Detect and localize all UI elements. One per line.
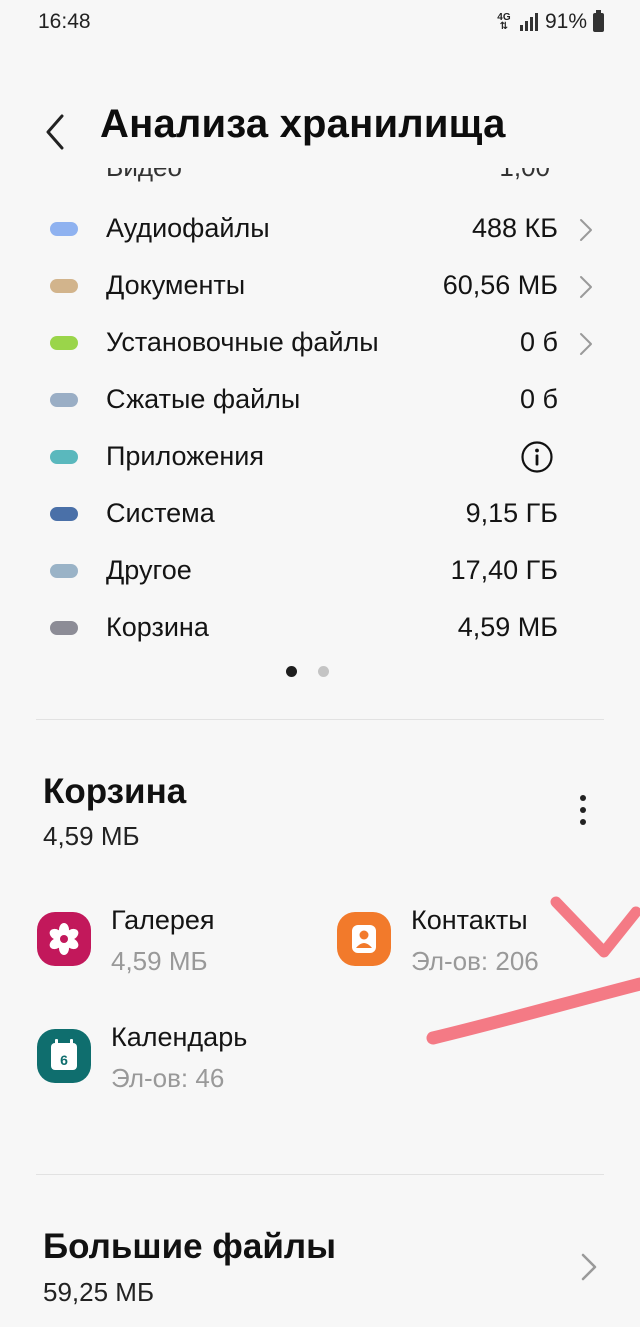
category-row-installers[interactable]: Установочные файлы 0 б bbox=[0, 315, 640, 372]
signal-icon bbox=[519, 13, 538, 31]
category-size: 0 б bbox=[520, 327, 558, 357]
trash-title: Корзина bbox=[43, 772, 187, 811]
svg-text:6: 6 bbox=[60, 1052, 68, 1068]
chevron-right-icon bbox=[580, 219, 592, 241]
category-size: 60,56 МБ bbox=[442, 270, 558, 300]
category-name: Другое bbox=[106, 555, 192, 585]
large-files-title: Большие файлы bbox=[43, 1227, 337, 1266]
category-size: 9,15 ГБ bbox=[465, 498, 558, 528]
category-color-dot bbox=[50, 564, 78, 578]
network-type-icon: 4G ⇅ bbox=[497, 12, 511, 32]
category-size: 17,40 ГБ bbox=[450, 555, 558, 585]
chevron-left-icon bbox=[46, 114, 64, 150]
category-row-trash[interactable]: Корзина 4,59 МБ bbox=[0, 600, 640, 657]
back-button[interactable] bbox=[38, 102, 78, 158]
section-divider bbox=[36, 1174, 604, 1175]
info-icon[interactable] bbox=[520, 440, 554, 474]
status-bar: 16:48 4G ⇅ 91% bbox=[0, 0, 640, 48]
category-row-audio[interactable]: Аудиофайлы 488 КБ bbox=[0, 201, 640, 258]
large-files-size: 59,25 МБ bbox=[43, 1277, 155, 1307]
category-name: Система bbox=[106, 498, 215, 528]
category-size: 4,59 МБ bbox=[457, 612, 558, 642]
page-title: Анализа хранилища bbox=[100, 102, 506, 146]
app-item-count: Эл-ов: 46 bbox=[111, 1063, 225, 1093]
app-size: 4,59 МБ bbox=[111, 946, 208, 976]
chevron-right-icon bbox=[580, 333, 592, 355]
category-name: Приложения bbox=[106, 441, 264, 471]
scrolled-off-row: Видео 1,00 bbox=[0, 168, 640, 188]
category-color-dot bbox=[50, 621, 78, 635]
calendar-icon: 6 bbox=[37, 1029, 91, 1083]
more-vertical-icon bbox=[580, 795, 586, 825]
page-dot-active[interactable] bbox=[286, 666, 297, 677]
category-size: 488 КБ bbox=[472, 213, 558, 243]
chevron-right-icon bbox=[581, 1253, 597, 1281]
category-color-dot bbox=[50, 450, 78, 464]
page-dot[interactable] bbox=[318, 666, 329, 677]
status-time: 16:48 bbox=[38, 10, 91, 33]
category-list: Аудиофайлы 488 КБ Документы 60,56 МБ Установ… bbox=[0, 201, 640, 657]
category-size: 0 б bbox=[520, 384, 558, 414]
category-row-documents[interactable]: Документы 60,56 МБ bbox=[0, 258, 640, 315]
app-item-count: Эл-ов: 206 bbox=[411, 946, 539, 976]
trash-size: 4,59 МБ bbox=[43, 821, 140, 851]
scrolled-off-value: 1,00 bbox=[499, 168, 550, 183]
category-color-dot bbox=[50, 393, 78, 407]
category-color-dot bbox=[50, 507, 78, 521]
category-name: Корзина bbox=[106, 612, 209, 642]
app-name: Календарь bbox=[111, 1022, 248, 1052]
category-name: Аудиофайлы bbox=[106, 213, 270, 243]
scrolled-off-label: Видео bbox=[106, 168, 182, 183]
page-indicator bbox=[0, 664, 640, 680]
app-name: Галерея bbox=[111, 905, 215, 935]
battery-percent: 91% bbox=[544, 10, 587, 33]
category-name: Установочные файлы bbox=[106, 327, 379, 357]
more-options-button[interactable] bbox=[566, 790, 600, 830]
category-name: Сжатые файлы bbox=[106, 384, 301, 414]
app-header: Анализа хранилища bbox=[0, 96, 640, 166]
category-color-dot bbox=[50, 279, 78, 293]
status-icons: 4G ⇅ 91% bbox=[495, 9, 604, 34]
battery-icon bbox=[593, 9, 604, 32]
section-divider bbox=[36, 719, 604, 720]
contacts-person-icon bbox=[337, 912, 391, 966]
category-row-apps[interactable]: Приложения bbox=[0, 429, 640, 486]
category-row-other[interactable]: Другое 17,40 ГБ bbox=[0, 543, 640, 600]
category-row-archives[interactable]: Сжатые файлы 0 б bbox=[0, 372, 640, 429]
app-name: Контакты bbox=[411, 905, 528, 935]
category-color-dot bbox=[50, 222, 78, 236]
trash-app-contacts[interactable]: Контакты Эл-ов: 206 bbox=[337, 905, 617, 982]
category-name: Документы bbox=[106, 270, 246, 300]
trash-app-gallery[interactable]: Галерея 4,59 МБ bbox=[37, 905, 297, 982]
trash-app-calendar[interactable]: 6 Календарь Эл-ов: 46 bbox=[37, 1022, 297, 1099]
category-color-dot bbox=[50, 336, 78, 350]
category-row-system[interactable]: Система 9,15 ГБ bbox=[0, 486, 640, 543]
gallery-flower-icon bbox=[37, 912, 91, 966]
chevron-right-icon bbox=[580, 276, 592, 298]
